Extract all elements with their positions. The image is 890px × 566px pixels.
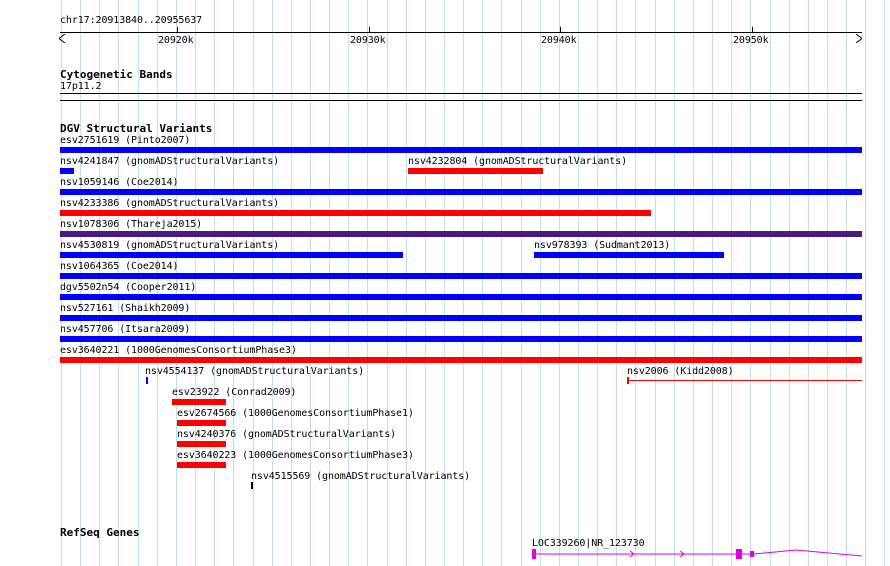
- feature-bar[interactable]: [60, 168, 74, 174]
- feature-label: dgv5502n54 (Cooper2011): [60, 282, 197, 293]
- ruler-coordinates: chr17:20913840..20955637: [60, 15, 203, 26]
- feature-bar[interactable]: [172, 399, 226, 405]
- feature-bar[interactable]: [60, 210, 651, 216]
- feature-label: esv2674566 (1000GenomesConsortiumPhase1): [177, 408, 414, 419]
- feature-label: esv23922 (Conrad2009): [172, 387, 297, 398]
- ruler-tick: [560, 27, 561, 33]
- feature-label: nsv527161 (Shaikh2009): [60, 303, 191, 314]
- feature-bar[interactable]: [60, 252, 403, 258]
- track-title-cytobands: Cytogenetic Bands: [60, 68, 173, 81]
- feature-bar[interactable]: [60, 273, 862, 279]
- ruler-tick-label: 20920k: [158, 35, 194, 46]
- feature-bar[interactable]: [60, 231, 862, 237]
- feature-label: nsv4232804 (gnomADStructuralVariants): [408, 156, 628, 167]
- ruler-right-arrow: [855, 28, 863, 44]
- ruler-tick: [369, 27, 370, 33]
- feature-bar[interactable]: [177, 420, 226, 426]
- feature-label: nsv4241847 (gnomADStructuralVariants): [60, 156, 280, 167]
- feature-bar[interactable]: [627, 380, 862, 381]
- feature-bar[interactable]: [177, 441, 226, 447]
- feature-label: nsv4233386 (gnomADStructuralVariants): [60, 198, 280, 209]
- feature-label: nsv1078306 (Thareja2015): [60, 219, 203, 230]
- feature-bar[interactable]: [60, 294, 862, 300]
- feature-bar[interactable]: [177, 462, 226, 468]
- feature-label: nsv4240376 (gnomADStructuralVariants): [177, 429, 397, 440]
- ruler-left-arrow: [58, 28, 66, 44]
- feature-label: nsv4530819 (gnomADStructuralVariants): [60, 240, 280, 251]
- feature-bar[interactable]: [146, 377, 148, 384]
- feature-label: nsv457706 (Itsara2009): [60, 324, 191, 335]
- feature-label: esv2751619 (Pinto2007): [60, 135, 191, 146]
- feature-bar[interactable]: [408, 168, 543, 174]
- ruler-tick-label: 20930k: [350, 35, 386, 46]
- feature-label: nsv4554137 (gnomADStructuralVariants): [145, 366, 365, 377]
- ruler-tick-label: 20950k: [733, 35, 769, 46]
- ruler-tick-label: 20940k: [541, 35, 577, 46]
- feature-bar[interactable]: [60, 357, 862, 363]
- ruler-axis: [60, 32, 862, 33]
- track-title-dgv: DGV Structural Variants: [60, 122, 213, 135]
- feature-bar[interactable]: [60, 189, 862, 195]
- feature-label: nsv1059146 (Coe2014): [60, 177, 179, 188]
- gene-model[interactable]: [530, 546, 863, 562]
- ruler-tick: [177, 27, 178, 33]
- feature-bar[interactable]: [60, 336, 862, 342]
- feature-label: nsv2006 (Kidd2008): [627, 366, 734, 377]
- cytoband-label: 17p11.2: [60, 81, 102, 92]
- cytoband-bottom-line: [60, 100, 862, 101]
- feature-label: nsv978393 (Sudmant2013): [534, 240, 671, 251]
- cytoband-top-line: [60, 93, 862, 94]
- ruler-tick: [752, 27, 753, 33]
- feature-label: esv3640223 (1000GenomesConsortiumPhase3): [177, 450, 414, 461]
- feature-label: esv3640221 (1000GenomesConsortiumPhase3): [60, 345, 297, 356]
- feature-label: nsv1064365 (Coe2014): [60, 261, 179, 272]
- track-title-refseq: RefSeq Genes: [60, 526, 140, 539]
- feature-bar[interactable]: [60, 147, 862, 153]
- feature-bar[interactable]: [60, 315, 862, 321]
- feature-label: nsv4515569 (gnomADStructuralVariants): [251, 471, 471, 482]
- feature-bar[interactable]: [251, 482, 253, 489]
- feature-bar[interactable]: [534, 252, 724, 258]
